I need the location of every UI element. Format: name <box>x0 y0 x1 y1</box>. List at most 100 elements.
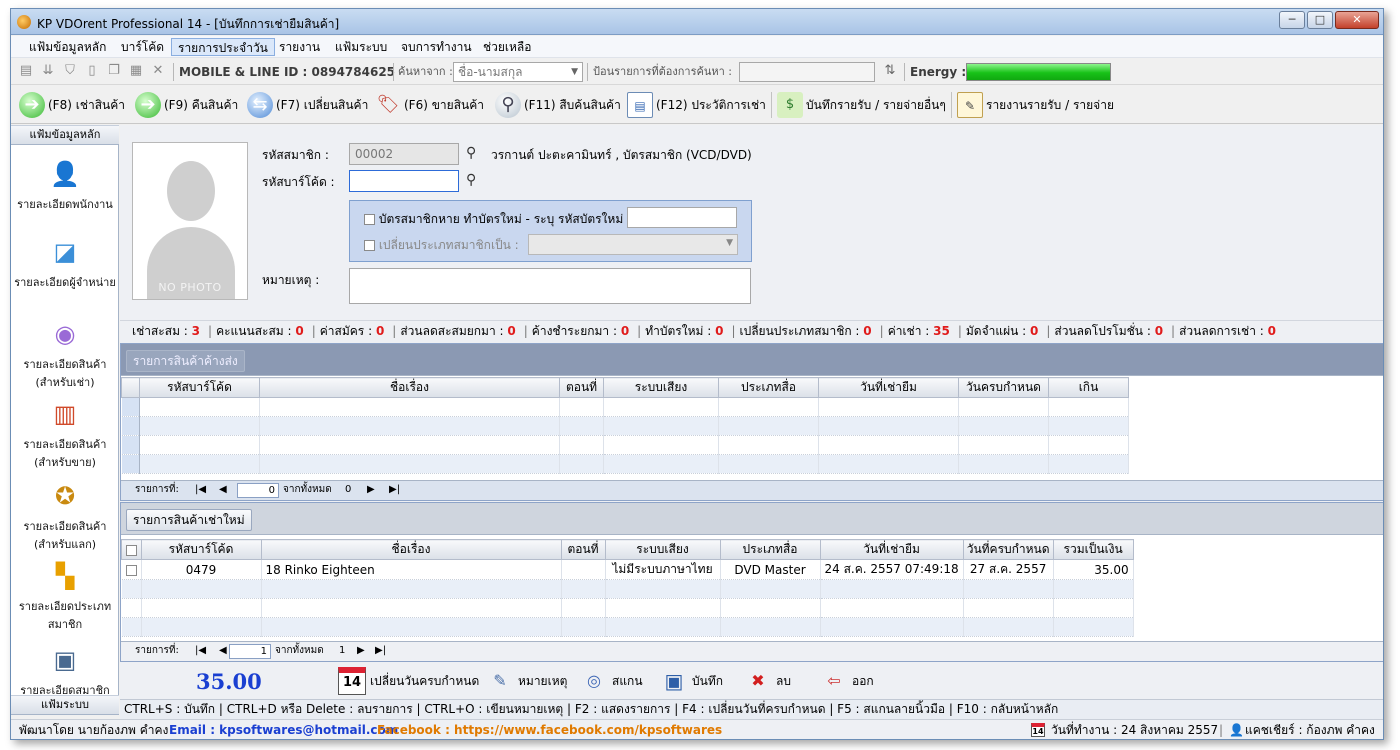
scan-button[interactable]: ◎ สแกน <box>580 666 643 696</box>
col-title[interactable]: ชื่อเรื่อง <box>259 377 560 398</box>
col-episode[interactable]: ตอนที่ <box>559 377 604 398</box>
col-rent-date[interactable]: วันที่เช่ายืม <box>818 377 959 398</box>
new-items-panel: รายการสินค้าเช่าใหม่ รหัสบาร์โค้ด ชื่อเร… <box>120 502 1383 662</box>
member-type-select[interactable]: ▼ <box>528 234 738 255</box>
col-title[interactable]: ชื่อเรื่อง <box>260 539 562 560</box>
col-media[interactable]: ประเภทสื่อ <box>718 377 819 398</box>
next-page-icon[interactable]: ▶ <box>367 481 375 499</box>
exit-button[interactable]: ⇦ ออก <box>820 666 873 696</box>
col-episode[interactable]: ตอนที่ <box>560 539 606 560</box>
search-icon[interactable]: ⚲ <box>466 172 476 188</box>
minimize-button[interactable]: ─ <box>1279 11 1305 29</box>
menu-daily[interactable]: รายการประจำวัน <box>171 38 275 56</box>
scan-button-label: สแกน <box>612 673 643 688</box>
swap-icon[interactable]: ⇅ <box>883 64 897 78</box>
rent-history-button[interactable]: ▤ (F12) ประวัติการเช่า <box>627 90 766 120</box>
email-text[interactable]: Email : kpsoftwares@hotmail.com <box>169 720 398 739</box>
col-rent-date[interactable]: วันที่เช่ายืม <box>819 539 964 560</box>
tab-pending-items[interactable]: รายการสินค้าค้างส่ง <box>126 350 245 372</box>
col-due-date[interactable]: วันที่ครบกำหนด <box>962 539 1054 560</box>
search-icon[interactable]: ⚲ <box>466 145 476 161</box>
tab-new-items[interactable]: รายการสินค้าเช่าใหม่ <box>126 509 252 531</box>
table-row[interactable] <box>121 598 1134 618</box>
col-sound[interactable]: ระบบเสียง <box>603 377 719 398</box>
print-icon[interactable]: ▤ <box>19 64 33 78</box>
search-product-button[interactable]: ⚲ (F11) สืบค้นสินค้า <box>495 90 621 120</box>
sidebar-header[interactable]: แฟ้มข้อมูลหลัก <box>11 125 119 145</box>
sidebar-item-exchange-product[interactable]: ✪ รายละเอียดสินค้า (สำหรับแลก) <box>11 481 119 553</box>
document-icon[interactable]: ▯ <box>85 64 99 78</box>
lost-card-checkbox[interactable] <box>364 214 375 225</box>
filter-icon[interactable]: ⛉ <box>63 64 77 78</box>
sidebar-item-member[interactable]: ▣ รายละเอียดสมาชิก <box>11 645 119 699</box>
lost-card-option[interactable]: บัตรสมาชิกหาย ทำบัตรใหม่ - ระบุ รหัสบัตร… <box>364 210 631 229</box>
change-type-option[interactable]: เปลี่ยนประเภทสมาชิกเป็น : <box>364 236 519 255</box>
col-media[interactable]: ประเภทสื่อ <box>719 539 821 560</box>
cell-sound: ไม่มีระบบภาษาไทย <box>605 559 721 580</box>
page-input[interactable]: 0 <box>237 483 279 498</box>
page-input[interactable]: 1 <box>229 644 271 659</box>
first-page-icon[interactable]: |◀ <box>195 481 206 499</box>
import-icon[interactable]: ⇊ <box>41 64 55 78</box>
menu-help[interactable]: ช่วยเหลือ <box>477 38 538 56</box>
menu-report[interactable]: รายงาน <box>273 38 326 56</box>
row-checkbox[interactable] <box>121 559 142 580</box>
rent-button[interactable]: ➔ (F8) เช่าสินค้า <box>19 90 125 120</box>
rent-button-label: (F8) เช่าสินค้า <box>48 97 125 112</box>
change-type-checkbox[interactable] <box>364 240 375 251</box>
sell-button[interactable]: 🏷 (F6) ขายสินค้า <box>375 90 484 120</box>
menu-system[interactable]: แฟ้มระบบ <box>329 38 393 56</box>
change-due-date-button[interactable]: 14 เปลี่ยนวันครบกำหนด <box>338 666 479 696</box>
last-page-icon[interactable]: ▶| <box>375 642 386 660</box>
table-row[interactable] <box>121 454 1129 474</box>
save-button[interactable]: ▣ บันทึก <box>660 666 723 696</box>
exchange-button[interactable]: ⇆ (F7) เปลี่ยนสินค้า <box>247 90 368 120</box>
col-due-date[interactable]: วันครบกำหนด <box>958 377 1049 398</box>
menu-barcode[interactable]: บาร์โค้ด <box>115 38 170 56</box>
sidebar-item-rent-product[interactable]: ◉ รายละเอียดสินค้า (สำหรับเช่า) <box>11 319 119 391</box>
sidebar-footer[interactable]: แฟ้มระบบ <box>11 695 119 715</box>
col-sound[interactable]: ระบบเสียง <box>604 539 721 560</box>
summary-label: คะแนนสะสม : <box>216 324 296 338</box>
sidebar-item-employee[interactable]: 👤 รายละเอียดพนักงาน <box>11 159 119 213</box>
search-from-select[interactable]: ชื่อ-นามสกุล ▼ <box>453 62 583 82</box>
prev-page-icon[interactable]: ◀ <box>219 642 227 660</box>
col-barcode[interactable]: รหัสบาร์โค้ด <box>139 377 260 398</box>
next-page-icon[interactable]: ▶ <box>357 642 365 660</box>
energy-progress-bar <box>966 63 1111 81</box>
table-row[interactable] <box>121 617 1134 637</box>
table-row[interactable]: 0479 18 Rinko Eighteen ไม่มีระบบภาษาไทย … <box>121 559 1134 580</box>
return-button[interactable]: ➔ (F9) คืนสินค้า <box>135 90 238 120</box>
barcode-input[interactable] <box>349 170 459 192</box>
table-row[interactable] <box>121 416 1129 436</box>
menu-exit[interactable]: จบการทำงาน <box>395 38 478 56</box>
delete-button[interactable]: ✖ ลบ <box>744 666 791 696</box>
prev-page-icon[interactable]: ◀ <box>219 481 227 499</box>
search-input[interactable] <box>739 62 875 82</box>
income-expense-report-button[interactable]: ✎ รายงานรายรับ / รายจ่าย <box>957 90 1114 120</box>
col-overdue[interactable]: เกิน <box>1048 377 1129 398</box>
table-row[interactable] <box>121 397 1129 417</box>
sidebar-item-member-type[interactable]: ▚ รายละเอียดประเภทสมาชิก <box>11 561 119 633</box>
close-x-icon[interactable]: ✕ <box>151 64 165 78</box>
sidebar-item-supplier[interactable]: ◪ รายละเอียดผู้จำหน่าย <box>11 237 119 291</box>
maximize-button[interactable]: □ <box>1307 11 1333 29</box>
table-row[interactable] <box>121 579 1134 599</box>
close-button[interactable]: ✕ <box>1335 11 1379 29</box>
col-amount[interactable]: รวมเป็นเงิน <box>1052 539 1134 560</box>
menu-master-files[interactable]: แฟ้มข้อมูลหลัก <box>23 38 112 56</box>
sidebar-item-sale-product[interactable]: ▥ รายละเอียดสินค้า (สำหรับขาย) <box>11 399 119 471</box>
first-page-icon[interactable]: |◀ <box>195 642 206 660</box>
new-card-input[interactable] <box>627 207 737 228</box>
note-button[interactable]: ✎ หมายเหตุ <box>486 666 567 696</box>
income-expense-entry-button[interactable]: $ บันทึกรายรับ / รายจ่ายอื่นๆ <box>777 90 946 120</box>
table-row[interactable] <box>121 435 1129 455</box>
member-id-field[interactable]: 00002 <box>349 143 459 165</box>
facebook-link[interactable]: Facebook : https://www.facebook.com/kpso… <box>377 720 722 739</box>
copy-icon[interactable]: ❐ <box>107 64 121 78</box>
report-icon[interactable]: ▦ <box>129 64 143 78</box>
select-all-checkbox[interactable] <box>121 539 142 560</box>
note-textarea[interactable] <box>349 268 751 304</box>
col-barcode[interactable]: รหัสบาร์โค้ด <box>140 539 262 560</box>
last-page-icon[interactable]: ▶| <box>389 481 400 499</box>
